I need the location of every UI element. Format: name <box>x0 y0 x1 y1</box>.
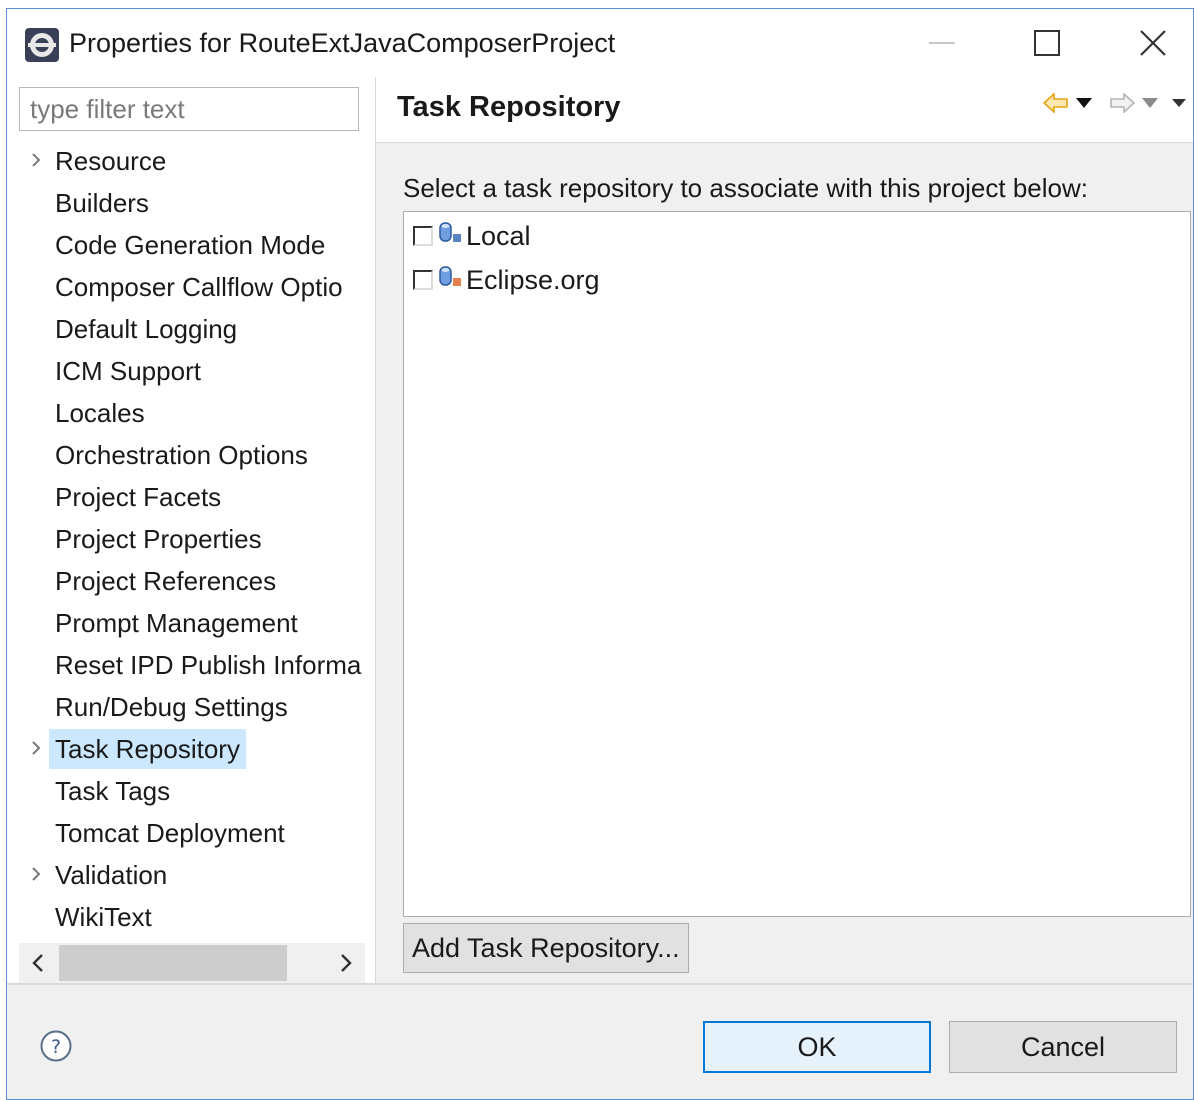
tree-item-label: Locales <box>55 398 145 428</box>
tree-item-label: Composer Callflow Optio <box>55 272 343 302</box>
repository-row[interactable]: Eclipse.org <box>404 256 1190 300</box>
chevron-right-icon[interactable] <box>29 865 43 883</box>
tree-item[interactable]: Reset IPD Publish Informa <box>7 643 375 685</box>
sidebar: Resource Builders Code Generation Mode Comp… <box>7 77 375 983</box>
dialog-footer: ? OK Cancel <box>7 983 1193 1099</box>
tree-item-label: ICM Support <box>55 356 201 386</box>
tree-item[interactable]: Builders <box>7 181 375 223</box>
maximize-button[interactable] <box>1007 19 1087 67</box>
forward-button[interactable] <box>1109 91 1135 115</box>
tree-item-label: Prompt Management <box>55 608 298 638</box>
tree-item[interactable]: Project Properties <box>7 517 375 559</box>
scroll-left-button[interactable] <box>19 943 57 983</box>
tree-item-label: Task Repository <box>49 729 246 769</box>
tree-item-label: Project Properties <box>55 524 262 554</box>
minimize-icon <box>929 42 955 44</box>
back-arrow-icon <box>1043 93 1068 113</box>
chevron-right-icon[interactable] <box>29 739 43 757</box>
dropdown-arrow-icon <box>1076 98 1092 108</box>
bugzilla-repository-icon <box>439 266 461 286</box>
filter-input[interactable] <box>19 87 359 131</box>
tree-item[interactable]: Project Facets <box>7 475 375 517</box>
tree-item-label: Project References <box>55 566 277 596</box>
tree-item[interactable]: Project References <box>7 559 375 601</box>
minimize-button[interactable] <box>902 19 982 67</box>
properties-dialog: Properties for RouteExtJavaComposerProje… <box>6 8 1194 1100</box>
tree-item[interactable]: Default Logging <box>7 307 375 349</box>
tree-item[interactable]: Resource <box>7 139 375 181</box>
horizontal-scrollbar[interactable] <box>19 943 365 983</box>
cancel-button[interactable]: Cancel <box>949 1021 1177 1073</box>
preference-tree: Resource Builders Code Generation Mode Comp… <box>7 139 375 939</box>
eclipse-icon <box>25 28 59 62</box>
page-header: Task Repository <box>376 77 1193 143</box>
window-title: Properties for RouteExtJavaComposerProje… <box>69 28 616 58</box>
back-menu-button[interactable] <box>1075 91 1093 115</box>
tree-item[interactable]: WikiText <box>7 895 375 937</box>
back-button[interactable] <box>1043 91 1069 115</box>
tree-item-label: Task Tags <box>55 776 171 806</box>
tree-item-label: Tomcat Deployment <box>55 818 285 848</box>
view-menu-icon <box>1172 99 1186 107</box>
forward-arrow-icon <box>1110 93 1135 113</box>
view-menu-button[interactable] <box>1171 91 1187 115</box>
tree-item[interactable]: Locales <box>7 391 375 433</box>
svg-text:?: ? <box>51 1036 61 1058</box>
repository-label: Local <box>466 221 531 251</box>
content-pane: Task Repository Select a task repository… <box>376 77 1193 983</box>
tree-item-label: Project Facets <box>55 482 222 512</box>
navigation-toolbar <box>1043 91 1187 115</box>
tree-item-label: Validation <box>55 860 168 890</box>
tree-item[interactable]: Code Generation Mode <box>7 223 375 265</box>
title-bar[interactable]: Properties for RouteExtJavaComposerProje… <box>7 9 1193 77</box>
maximize-icon <box>1034 30 1060 56</box>
tree-item-label: Resource <box>55 146 167 176</box>
ok-button[interactable]: OK <box>703 1021 931 1073</box>
add-task-repository-button[interactable]: Add Task Repository... <box>403 923 689 973</box>
tree-item-label: Reset IPD Publish Informa <box>55 650 362 680</box>
tree-item[interactable]: Task Repository <box>7 727 375 769</box>
tree-item-label: Default Logging <box>55 314 238 344</box>
chevron-left-icon <box>32 954 43 972</box>
tree-item[interactable]: Validation <box>7 853 375 895</box>
close-button[interactable] <box>1113 19 1193 67</box>
tree-item-label: WikiText <box>55 902 152 932</box>
forward-menu-button[interactable] <box>1141 91 1159 115</box>
scrollbar-thumb[interactable] <box>59 945 287 981</box>
tree-item[interactable]: Run/Debug Settings <box>7 685 375 727</box>
local-repository-icon <box>439 222 461 242</box>
repository-list: Local Eclipse.org <box>403 211 1191 917</box>
tree-item[interactable]: Orchestration Options <box>7 433 375 475</box>
tree-item-label: Builders <box>55 188 149 218</box>
help-icon[interactable]: ? <box>39 1029 73 1063</box>
repository-label: Eclipse.org <box>466 265 600 295</box>
tree-item[interactable]: Composer Callflow Optio <box>7 265 375 307</box>
repository-row[interactable]: Local <box>404 212 1190 256</box>
tree-item-label: Orchestration Options <box>55 440 308 470</box>
repository-checkbox[interactable] <box>413 270 433 290</box>
tree-item[interactable]: Tomcat Deployment <box>7 811 375 853</box>
chevron-right-icon <box>341 954 352 972</box>
chevron-right-icon[interactable] <box>29 151 43 169</box>
tree-item-label: Run/Debug Settings <box>55 692 288 722</box>
dropdown-arrow-icon <box>1142 98 1158 108</box>
page-title: Task Repository <box>397 91 621 123</box>
tree-item[interactable]: Prompt Management <box>7 601 375 643</box>
repository-checkbox[interactable] <box>413 226 433 246</box>
tree-item[interactable]: ICM Support <box>7 349 375 391</box>
tree-item-label: Code Generation Mode <box>55 230 326 260</box>
close-icon <box>1140 30 1166 56</box>
scroll-right-button[interactable] <box>327 943 365 983</box>
tree-item[interactable]: Task Tags <box>7 769 375 811</box>
page-description: Select a task repository to associate wi… <box>403 173 1088 203</box>
